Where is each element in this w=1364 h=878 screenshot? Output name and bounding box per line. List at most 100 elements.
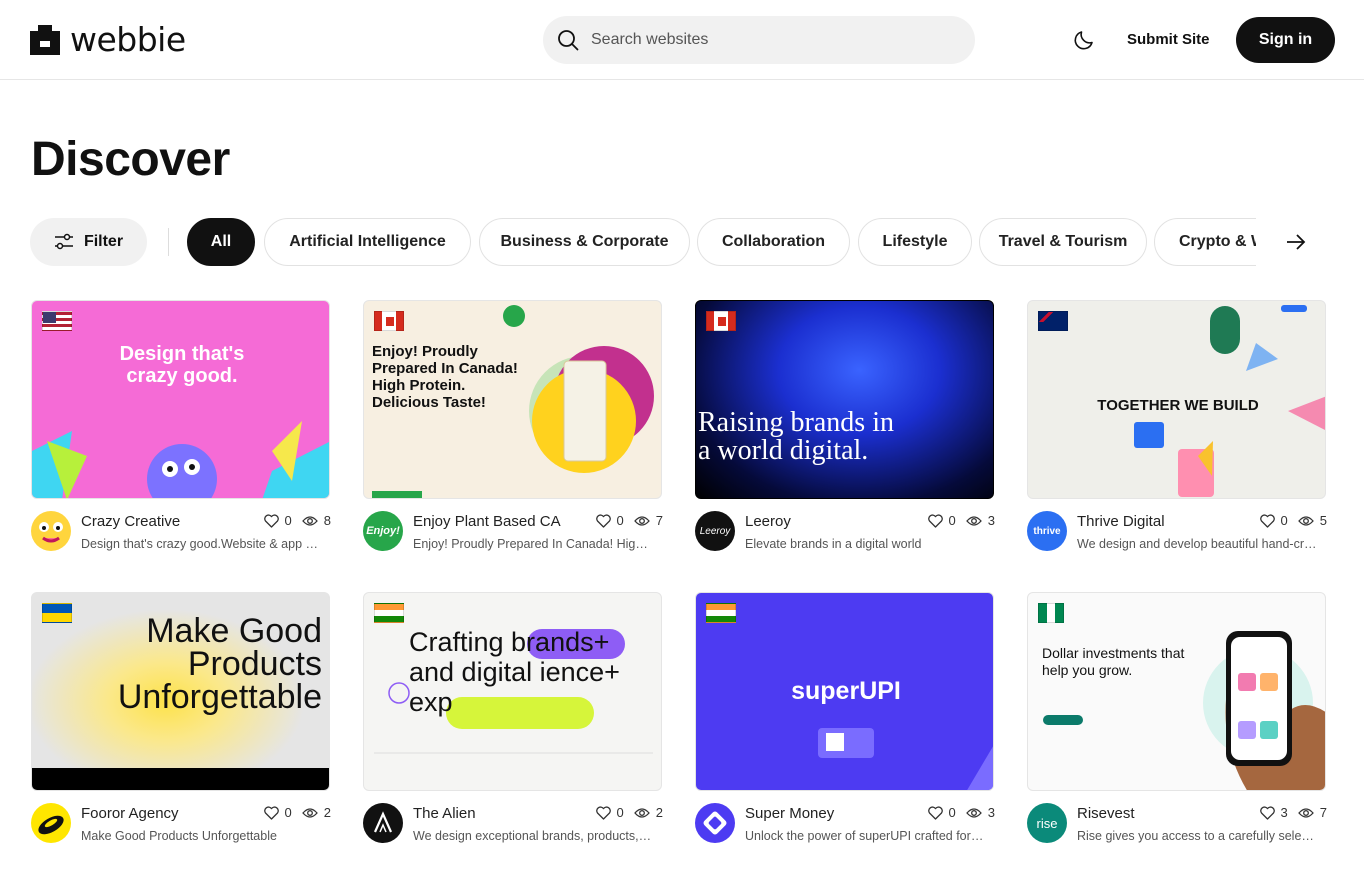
thumb-headline: TOGETHER WE BUILD	[1097, 397, 1259, 414]
site-thumbnail[interactable]: TOGETHER WE BUILD	[1027, 300, 1326, 499]
chip-all[interactable]: All	[187, 218, 255, 266]
thumb-headline: Enjoy! Proudly Prepared In Canada! High …	[372, 343, 518, 411]
views-stat: 3	[965, 805, 995, 820]
site-title[interactable]: Crazy Creative	[81, 513, 180, 530]
thumb-headline: Make Good Products Unforgettable	[117, 612, 322, 716]
search-bar[interactable]	[543, 16, 975, 64]
dark-mode-moon-icon[interactable]	[1072, 28, 1096, 52]
site-stats: 0 3	[918, 513, 995, 528]
site-avatar: Enjoy!	[363, 511, 403, 551]
views-count: 7	[655, 513, 663, 528]
views-stat: 2	[633, 805, 663, 820]
chip-collaboration[interactable]: Collaboration	[697, 218, 850, 266]
views-stat: 5	[1297, 513, 1327, 528]
site-description: Rise gives you access to a carefully sel…	[1077, 829, 1317, 843]
site-stats: 0 7	[586, 513, 663, 528]
likes-count: 0	[948, 513, 956, 528]
site-title[interactable]: Fooror Agency	[81, 805, 179, 822]
site-avatar: rise	[1027, 803, 1067, 843]
india-flag-icon	[706, 603, 736, 623]
us-flag-icon	[42, 311, 72, 331]
site-title[interactable]: Super Money	[745, 805, 834, 822]
heart-icon	[1259, 513, 1275, 528]
eye-icon	[301, 807, 318, 818]
arrow-right-icon[interactable]	[1284, 230, 1308, 254]
thumb-headline: Dollar investments that help you grow.	[1042, 645, 1185, 678]
views-stat: 7	[633, 513, 663, 528]
site-stats: 0 2	[254, 805, 331, 820]
views-count: 3	[987, 805, 995, 820]
avatar-text: rise	[1036, 815, 1058, 831]
site-title[interactable]: Risevest	[1077, 805, 1135, 822]
site-thumbnail[interactable]: Crafting brands+ and digital ience+ exp	[363, 592, 662, 791]
likes-stat[interactable]: 0	[927, 513, 956, 528]
site-avatar	[31, 511, 71, 551]
chip-track: All Artificial Intelligence Business & C…	[187, 218, 1256, 266]
site-description: Enjoy! Proudly Prepared In Canada! High …	[413, 537, 653, 551]
site-avatar	[31, 803, 71, 843]
thumb-headline: superUPI	[791, 677, 901, 705]
thumb-headline: Crafting brands+ and digital ience+ exp	[409, 627, 620, 717]
thumb-headline: Raising brands in a world digital.	[698, 407, 894, 466]
site-avatar	[363, 803, 403, 843]
chip-divider	[168, 228, 169, 256]
chip-travel-tourism[interactable]: Travel & Tourism	[979, 218, 1147, 266]
chip-crypto[interactable]: Crypto & W	[1154, 218, 1256, 266]
likes-stat[interactable]: 0	[595, 513, 624, 528]
site-title[interactable]: Leeroy	[745, 513, 791, 530]
site-description: Make Good Products Unforgettable	[81, 829, 277, 843]
site-thumbnail[interactable]: Dollar investments that help you grow.	[1027, 592, 1326, 791]
views-count: 3	[987, 513, 995, 528]
site-avatar	[695, 803, 735, 843]
canada-flag-icon	[374, 311, 404, 331]
logo-mark-icon	[30, 25, 60, 55]
heart-icon	[927, 513, 943, 528]
site-thumbnail[interactable]: Enjoy! Proudly Prepared In Canada! High …	[363, 300, 662, 499]
heart-icon	[595, 805, 611, 820]
views-count: 8	[323, 513, 331, 528]
chip-artificial-intelligence[interactable]: Artificial Intelligence	[264, 218, 471, 266]
australia-flag-icon	[1038, 311, 1068, 331]
site-avatar: thrive	[1027, 511, 1067, 551]
site-thumbnail[interactable]: Design that's crazy good.	[31, 300, 330, 499]
likes-stat[interactable]: 0	[595, 805, 624, 820]
likes-stat[interactable]: 3	[1259, 805, 1288, 820]
eye-icon	[633, 807, 650, 818]
likes-stat[interactable]: 0	[263, 513, 292, 528]
eye-icon	[633, 515, 650, 526]
views-count: 7	[1319, 805, 1327, 820]
logo[interactable]: webbie	[30, 22, 186, 58]
eye-icon	[1297, 515, 1314, 526]
site-thumbnail[interactable]: superUPI	[695, 592, 994, 791]
chip-business-corporate[interactable]: Business & Corporate	[479, 218, 690, 266]
site-description: We design and develop beautiful hand-cra…	[1077, 537, 1317, 551]
filter-label: Filter	[83, 233, 124, 250]
filter-button[interactable]: Filter	[30, 218, 147, 266]
chip-lifestyle[interactable]: Lifestyle	[858, 218, 972, 266]
site-title[interactable]: Thrive Digital	[1077, 513, 1165, 530]
category-chips: Filter All Artificial Intelligence Busin…	[30, 218, 1330, 266]
site-title[interactable]: Enjoy Plant Based CA	[413, 513, 561, 530]
site-stats: 3 7	[1250, 805, 1327, 820]
ukraine-flag-icon	[42, 603, 72, 623]
site-thumbnail[interactable]: Make Good Products Unforgettable	[31, 592, 330, 791]
likes-stat[interactable]: 0	[927, 805, 956, 820]
site-description: Elevate brands in a digital world	[745, 537, 922, 551]
site-stats: 0 5	[1250, 513, 1327, 528]
heart-icon	[595, 513, 611, 528]
avatar-text: Enjoy!	[366, 525, 400, 537]
sign-in-button[interactable]: Sign in	[1236, 17, 1335, 63]
india-flag-icon	[374, 603, 404, 623]
submit-site-link[interactable]: Submit Site	[1127, 31, 1210, 48]
views-stat: 2	[301, 805, 331, 820]
likes-stat[interactable]: 0	[1259, 513, 1288, 528]
site-thumbnail[interactable]: Raising brands in a world digital.	[695, 300, 994, 499]
avatar-text: Leeroy	[699, 525, 731, 537]
eye-icon	[965, 807, 982, 818]
site-title[interactable]: The Alien	[413, 805, 476, 822]
eye-icon	[965, 515, 982, 526]
site-stats: 0 3	[918, 805, 995, 820]
views-count: 2	[323, 805, 331, 820]
search-input[interactable]	[591, 31, 951, 49]
likes-stat[interactable]: 0	[263, 805, 292, 820]
